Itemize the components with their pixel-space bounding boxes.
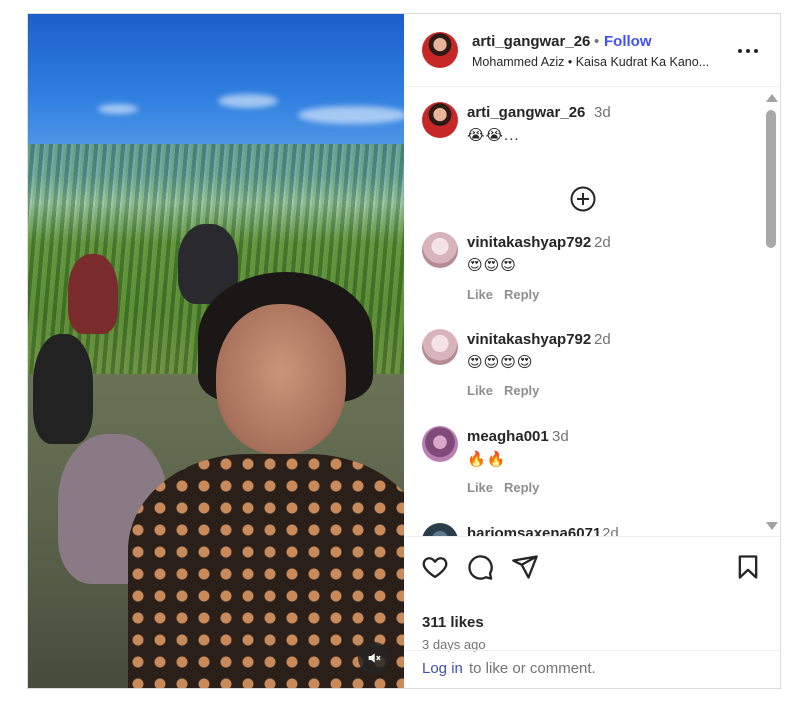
caption-avatar[interactable] (422, 102, 458, 138)
comment-time: 2d (594, 331, 611, 348)
comment-username[interactable]: vinitakashyap792 (467, 331, 591, 348)
audio-track[interactable]: Mohammed Aziz • Kaisa Kudrat Ka Kano... (472, 55, 709, 69)
comment-avatar[interactable] (422, 232, 458, 268)
author-avatar[interactable] (422, 32, 458, 68)
login-link[interactable]: Log in (422, 660, 463, 677)
comment-text: 🔥🔥 (467, 451, 507, 468)
author-username[interactable]: arti_gangwar_26 (472, 33, 590, 50)
comment-avatar[interactable] (422, 523, 458, 536)
comment-username[interactable]: vinitakashyap792 (467, 234, 591, 251)
comment-icon[interactable] (466, 553, 494, 581)
comment-username[interactable]: meagha001 (467, 428, 549, 445)
like-comment-button[interactable]: Like (467, 383, 493, 398)
post-video[interactable] (28, 14, 404, 688)
comment-time: 3d (552, 428, 569, 445)
heart-icon[interactable] (421, 553, 449, 581)
comment-text: 😍😍😍 (467, 257, 517, 274)
post-modal: arti_gangwar_26 • Follow Mohammed Aziz •… (27, 13, 781, 689)
login-prompt-text: to like or comment. (469, 660, 596, 677)
comment-avatar[interactable] (422, 329, 458, 365)
scroll-up-arrow-icon[interactable] (766, 94, 778, 102)
load-more-comments-icon[interactable] (570, 186, 596, 212)
comment-text: 😍😍😍😍 (467, 354, 534, 371)
muted-speaker-icon (368, 653, 381, 663)
reply-button[interactable]: Reply (504, 480, 539, 495)
comment-time: 2d (602, 525, 619, 536)
reply-button[interactable]: Reply (504, 287, 539, 302)
caption-username[interactable]: arti_gangwar_26 (467, 104, 585, 121)
bookmark-icon[interactable] (734, 553, 762, 581)
caption-text: 😭😭... (467, 127, 520, 144)
more-options-icon[interactable] (738, 42, 760, 60)
comments-list[interactable]: arti_gangwar_26 3d 😭😭... vinitakashyap79… (404, 88, 781, 536)
caption-time: 3d (594, 104, 611, 121)
comment-time: 2d (594, 234, 611, 251)
mute-button[interactable] (358, 642, 390, 674)
post-header: arti_gangwar_26 • Follow Mohammed Aziz •… (404, 14, 781, 87)
separator-dot: • (594, 33, 600, 50)
follow-button[interactable]: Follow (604, 33, 652, 50)
likes-count[interactable]: 311 likes (422, 614, 484, 631)
scroll-down-arrow-icon[interactable] (766, 522, 778, 530)
like-comment-button[interactable]: Like (467, 287, 493, 302)
comment-avatar[interactable] (422, 426, 458, 462)
reply-button[interactable]: Reply (504, 383, 539, 398)
comment-username[interactable]: hariomsaxena6071 (467, 525, 601, 536)
share-icon[interactable] (511, 553, 539, 581)
post-sidebar: arti_gangwar_26 • Follow Mohammed Aziz •… (404, 14, 781, 688)
scrollbar-thumb[interactable] (766, 110, 776, 248)
post-actions: 311 likes 3 days ago Log in to like or c… (404, 536, 781, 688)
like-comment-button[interactable]: Like (467, 480, 493, 495)
